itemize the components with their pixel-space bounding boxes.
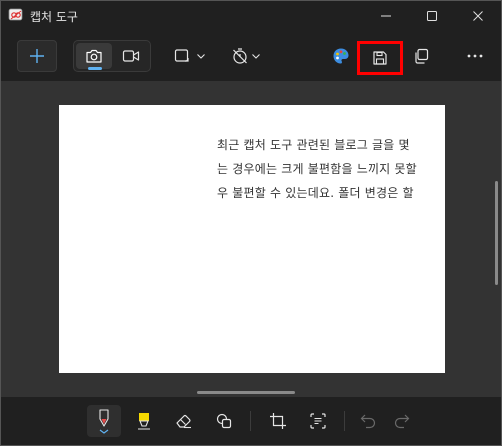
ballpoint-pen-icon [99, 409, 109, 434]
close-icon [473, 11, 483, 21]
active-mode-indicator [88, 67, 102, 70]
timer-off-icon [233, 48, 247, 64]
crop-icon [270, 413, 286, 429]
save-button-highlight [357, 41, 403, 75]
captured-text: 최근 캡처 도구 관련된 블로그 글을 몇 는 경우에는 크게 불편함을 느끼지… [217, 133, 445, 205]
paint-icon [333, 48, 349, 64]
new-snip-button[interactable] [17, 40, 57, 72]
close-button[interactable] [455, 1, 501, 31]
rectangle-snip-icon [174, 49, 189, 62]
horizontal-scrollbar[interactable] [197, 391, 295, 394]
chevron-down-icon [252, 54, 260, 59]
capture-mode-toggle [73, 40, 151, 72]
snipping-tool-app-icon [8, 7, 24, 23]
title-bar: 캡처 도구 [1, 1, 501, 31]
toolbar [1, 31, 501, 81]
eraser-icon [176, 415, 191, 429]
crop-button[interactable] [261, 405, 295, 437]
vertical-scrollbar[interactable] [495, 181, 498, 285]
eraser-button[interactable] [167, 405, 201, 437]
copy-button[interactable] [405, 40, 437, 72]
snipping-tool-window: 캡처 도구 최근 캡처 도구 관련된 블로그 글을 몇 는 경우에는 크게 불편… [0, 0, 502, 446]
undo-button[interactable] [351, 405, 385, 437]
snip-mode-dropdown[interactable] [167, 40, 213, 72]
capture-canvas: 최근 캡처 도구 관련된 블로그 글을 몇 는 경우에는 크게 불편함을 느끼지… [1, 81, 501, 397]
captured-image: 최근 캡처 도구 관련된 블로그 글을 몇 는 경우에는 크게 불편함을 느끼지… [59, 105, 445, 373]
minimize-icon [381, 15, 391, 17]
plus-icon [30, 49, 44, 63]
text-line: 우 불편할 수 있는데요. 폴더 변경은 할 [217, 186, 414, 200]
video-icon [122, 50, 140, 62]
redo-icon [394, 414, 410, 429]
more-options-button[interactable] [459, 40, 491, 72]
shapes-icon [216, 413, 232, 429]
copy-icon [415, 48, 429, 64]
text-line: 최근 캡처 도구 관련된 블로그 글을 몇 [217, 138, 410, 152]
highlighter-button[interactable] [127, 405, 161, 437]
camera-icon [86, 49, 102, 63]
toolbar-divider [344, 411, 345, 431]
screenshot-mode-button[interactable] [76, 43, 112, 70]
minimize-button[interactable] [363, 1, 409, 31]
redo-button[interactable] [385, 405, 419, 437]
text-actions-icon [310, 413, 326, 429]
text-actions-button[interactable] [301, 405, 335, 437]
markup-toolbar [1, 397, 501, 445]
delay-dropdown[interactable] [223, 40, 269, 72]
maximize-icon [427, 11, 437, 21]
ballpoint-pen-button[interactable] [87, 405, 121, 437]
chevron-down-icon [197, 54, 205, 59]
window-title: 캡처 도구 [30, 10, 78, 24]
text-line: 는 경우에는 크게 불편함을 느끼지 못할 [217, 162, 417, 176]
shapes-button[interactable] [207, 405, 241, 437]
open-with-paint-button[interactable] [325, 40, 357, 72]
more-icon [467, 54, 483, 58]
maximize-button[interactable] [409, 1, 455, 31]
toolbar-divider [250, 411, 251, 431]
highlighter-icon [138, 413, 150, 430]
undo-icon [360, 414, 376, 429]
video-mode-button[interactable] [114, 43, 148, 69]
